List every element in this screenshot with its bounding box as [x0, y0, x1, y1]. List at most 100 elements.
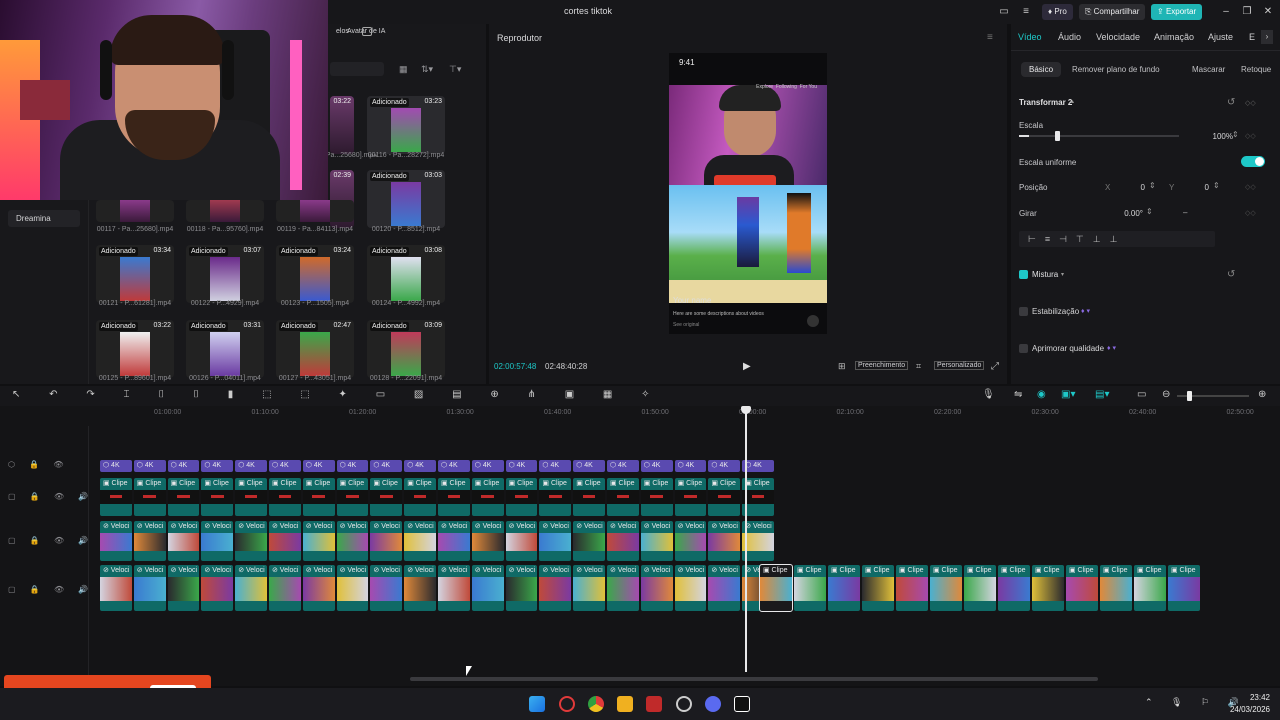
video-clip[interactable]: ⊘ Veloci — [336, 521, 369, 561]
layout-icon[interactable]: ▭ — [996, 4, 1012, 20]
overlay-clip[interactable]: ⬡ 4K — [674, 460, 707, 472]
discord-icon[interactable] — [705, 696, 721, 712]
video-clip[interactable]: ▣ Clipe — [1134, 565, 1166, 611]
video-clip[interactable]: ▣ Clipe — [370, 478, 403, 516]
rotate-input[interactable]: 0.00° — [1103, 207, 1143, 221]
menu-icon[interactable]: ≡ — [1018, 4, 1034, 20]
overlay-clip[interactable]: ⬡ 4K — [505, 460, 538, 472]
video-clip[interactable]: ⊘ Veloci — [133, 565, 166, 611]
video-clip[interactable]: ⊘ Veloci — [539, 521, 572, 561]
playhead[interactable] — [745, 406, 747, 672]
fill-icon[interactable]: ⊞ — [838, 361, 846, 372]
filter-icon[interactable]: ⊤▾ — [449, 64, 461, 75]
align-toolbar[interactable]: ⊢≡⊣⊤⊥⊥ — [1019, 231, 1215, 247]
video-clip[interactable]: ▣ Clipe — [1100, 565, 1132, 611]
rotate-dash[interactable]: – — [1183, 208, 1187, 217]
magnet-icon[interactable]: ◉ — [1037, 389, 1046, 400]
chrome-icon[interactable] — [588, 696, 604, 712]
video-clip[interactable]: ⊘ Veloci — [471, 565, 504, 611]
chevron-right-icon[interactable]: › — [1261, 30, 1273, 44]
video-clip[interactable]: ▣ Clipe — [674, 478, 707, 516]
preview-axis-icon[interactable]: ▤▾ — [1095, 389, 1109, 400]
enhance-checkbox[interactable] — [1019, 344, 1028, 353]
video-clip[interactable]: ▣ Clipe — [269, 478, 301, 516]
media-thumb[interactable] — [186, 200, 264, 222]
overlay-clip[interactable]: ⬡ 4K — [607, 460, 639, 472]
video-clip[interactable]: ▣ Clipe — [1168, 565, 1200, 611]
windows-start-icon[interactable] — [529, 696, 545, 712]
video-clip[interactable]: ⊘ Veloci — [235, 521, 267, 561]
tab-audio[interactable]: Áudio — [1058, 32, 1081, 42]
zoom-in-icon[interactable]: ⊕ — [1258, 389, 1266, 400]
stabilize-checkbox[interactable] — [1019, 307, 1028, 316]
keyframe-icon[interactable]: ◇◇ — [1245, 99, 1256, 107]
video-clip[interactable]: ▣ Clipe — [759, 564, 793, 612]
video-clip[interactable]: ⊘ Veloci — [201, 565, 234, 611]
video-clip[interactable]: ▣ Clipe — [896, 565, 928, 611]
video-clip[interactable]: ⊘ Veloci — [505, 565, 538, 611]
video-clip[interactable]: ▣ Clipe — [167, 478, 200, 516]
video-clip[interactable]: ⊘ Veloci — [607, 565, 639, 611]
video-clip[interactable]: ▣ Clipe — [471, 478, 504, 516]
video-clip[interactable]: ▣ Clipe — [573, 478, 605, 516]
menu-icon[interactable]: ≡ — [987, 32, 993, 43]
video-clip[interactable]: ▣ Clipe — [235, 478, 267, 516]
overlay-clip[interactable]: ⬡ 4K — [539, 460, 572, 472]
reset-icon[interactable]: ↺ — [1227, 269, 1235, 280]
close-icon[interactable]: ✕ — [1260, 4, 1276, 20]
video-clip[interactable]: ▣ Clipe — [794, 565, 826, 611]
media-thumb[interactable]: Adicionado 03:07 — [186, 245, 264, 303]
opera-icon[interactable] — [559, 696, 575, 712]
pos-x-input[interactable]: 0 — [1115, 181, 1145, 195]
media-thumb[interactable]: Adicionado 03:31 — [186, 320, 264, 378]
media-thumb[interactable] — [96, 200, 174, 222]
video-clip[interactable]: ▣ Clipe — [404, 478, 436, 516]
video-clip[interactable]: ▣ Clipe — [100, 478, 132, 516]
tab-adjust[interactable]: Ajuste — [1208, 32, 1233, 42]
overlay-clip[interactable]: ⬡ 4K — [100, 460, 132, 472]
explorer-icon[interactable] — [617, 696, 633, 712]
keyframe-icon[interactable]: ◇◇ — [1245, 209, 1256, 217]
overlay-clip[interactable]: ⬡ 4K — [235, 460, 267, 472]
video-clip[interactable]: ⊘ Veloci — [640, 521, 673, 561]
video-clip[interactable]: ⊘ Veloci — [438, 521, 470, 561]
video-clip[interactable]: ⊘ Veloci — [505, 521, 538, 561]
video-clip[interactable]: ⊘ Veloci — [133, 521, 166, 561]
ratio-button[interactable]: Personalizado — [934, 361, 985, 370]
video-clip[interactable]: ⊘ Veloci — [167, 565, 200, 611]
video-clip[interactable]: ▣ Clipe — [539, 478, 572, 516]
app-icon[interactable] — [646, 696, 662, 712]
video-clip[interactable]: ▣ Clipe — [998, 565, 1030, 611]
capcut-icon[interactable] — [734, 696, 750, 712]
pro-button[interactable]: ♦ Pro — [1042, 4, 1073, 20]
search-input[interactable] — [330, 62, 384, 76]
media-thumb[interactable]: Adicionado 03:09 — [367, 320, 445, 378]
video-clip[interactable]: ⊘ Veloci — [708, 521, 741, 561]
maximize-icon[interactable]: ❐ — [1239, 4, 1255, 20]
video-clip[interactable]: ⊘ Veloci — [674, 521, 707, 561]
media-thumb[interactable]: Adicionado 02:47 — [276, 320, 354, 378]
stepper-icon[interactable]: ⇕ — [1232, 130, 1239, 139]
caret-up-icon[interactable]: ▴ — [1071, 98, 1074, 105]
video-clip[interactable]: ▣ Clipe — [964, 565, 996, 611]
video-clip[interactable]: ⊘ Veloci — [438, 565, 470, 611]
overlay-clip[interactable]: ⬡ 4K — [133, 460, 166, 472]
scale-slider-handle[interactable] — [1054, 131, 1060, 141]
overlay-clip[interactable]: ⬡ 4K — [336, 460, 369, 472]
video-clip[interactable]: ⊘ Veloci — [235, 565, 267, 611]
overlay-clip[interactable]: ⬡ 4K — [573, 460, 605, 472]
blend-checkbox[interactable] — [1019, 270, 1028, 279]
overlay-clip[interactable]: ⬡ 4K — [640, 460, 673, 472]
fill-button[interactable]: Preenchimento — [855, 361, 909, 370]
edit-tools[interactable]: ↖ ↶ ↷ ⌶ ⌷ ⌷ ▮ ⬚ ⬚ ✦ ▭ ▨ ▤ ⊕ ⋔ ▣ ▦ ✧ — [12, 389, 663, 400]
uniform-scale-toggle[interactable] — [1241, 156, 1265, 167]
overlay-clip[interactable]: ⬡ 4K — [201, 460, 234, 472]
video-clip[interactable]: ⊘ Veloci — [269, 521, 301, 561]
video-clip[interactable]: ⊘ Veloci — [302, 521, 335, 561]
app-icon[interactable] — [676, 696, 692, 712]
video-clip[interactable]: ⊘ Veloci — [640, 565, 673, 611]
reset-icon[interactable]: ↺ — [1227, 97, 1235, 108]
video-clip[interactable]: ▣ Clipe — [438, 478, 470, 516]
overlay-clip[interactable]: ⬡ 4K — [438, 460, 470, 472]
grid-view-icon[interactable]: ▦ — [399, 64, 408, 75]
